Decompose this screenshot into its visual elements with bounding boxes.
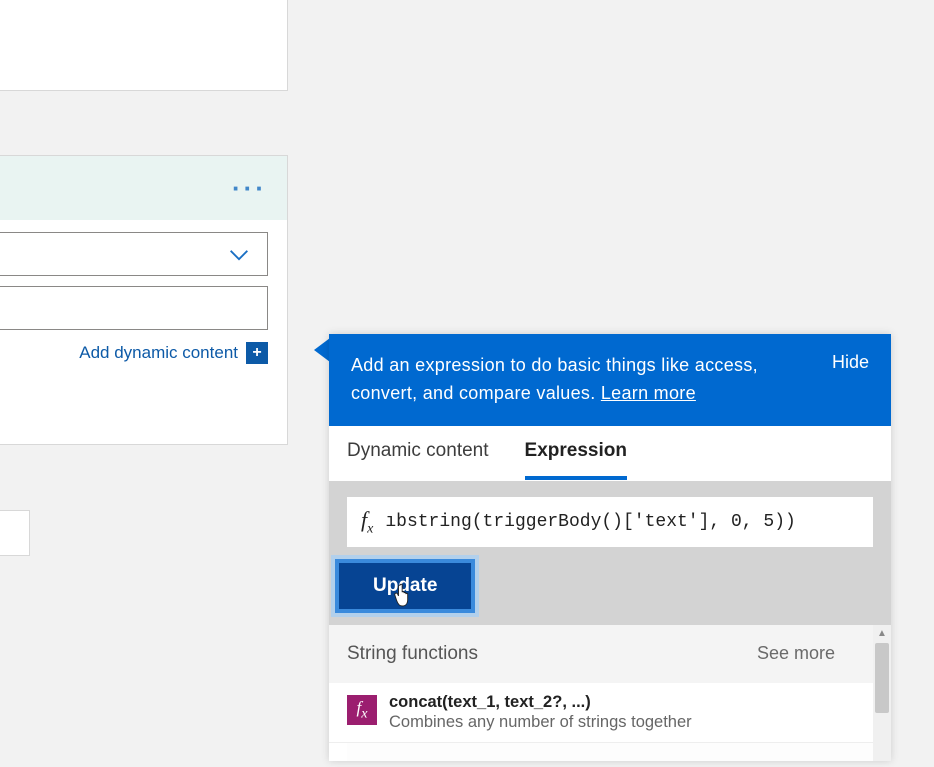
add-dynamic-content-link[interactable]: Add dynamic content [79, 343, 238, 363]
update-button[interactable]: Update [335, 559, 475, 613]
expression-header-text: Add an expression to do basic things lik… [351, 352, 812, 408]
chevron-down-icon [229, 248, 249, 260]
expression-text: ıbstring(triggerBody()['text'], 0, 5)) [385, 512, 795, 532]
more-options-icon[interactable]: ··· [232, 175, 267, 201]
add-dynamic-content-row: Add dynamic content + [0, 338, 268, 364]
dropdown-field[interactable] [0, 232, 268, 276]
action-card-body: Add dynamic content + [0, 220, 287, 364]
function-item-text: concat(text_1, text_2?, ...) Combines an… [389, 693, 692, 732]
functions-list: String functions See more fx concat(text… [329, 625, 891, 761]
plus-icon[interactable]: + [246, 342, 268, 364]
expression-header-message: Add an expression to do basic things lik… [351, 355, 758, 403]
scrollbar[interactable]: ▲ [873, 625, 891, 761]
function-group-header: String functions See more [329, 625, 891, 683]
action-card: ··· Add dynamic content + [0, 155, 288, 445]
learn-more-link[interactable]: Learn more [601, 383, 696, 403]
function-group-title: String functions [347, 643, 478, 665]
expression-button-row: Update [329, 547, 891, 625]
tab-expression[interactable]: Expression [525, 440, 627, 480]
expression-input[interactable]: fx ıbstring(triggerBody()['text'], 0, 5)… [347, 497, 873, 547]
trigger-card-top [0, 0, 288, 91]
action-card-header: ··· [0, 156, 287, 220]
partial-step-box [0, 510, 30, 556]
callout-pointer-icon [314, 338, 330, 362]
function-description: Combines any number of strings together [389, 713, 692, 732]
expression-panel: Add an expression to do basic things lik… [329, 334, 891, 761]
fx-icon: fx [361, 507, 373, 537]
hide-button[interactable]: Hide [832, 352, 869, 373]
tab-dynamic-content[interactable]: Dynamic content [347, 440, 489, 480]
fx-badge-icon: fx [347, 695, 377, 725]
next-function-stub [347, 743, 873, 761]
function-signature: concat(text_1, text_2?, ...) [389, 693, 692, 712]
expression-tabs: Dynamic content Expression [329, 426, 891, 481]
expression-panel-header: Add an expression to do basic things lik… [329, 334, 891, 426]
see-more-link[interactable]: See more [757, 643, 835, 664]
expression-input-area: fx ıbstring(triggerBody()['text'], 0, 5)… [329, 481, 891, 547]
update-button-label: Update [373, 575, 437, 596]
function-item-concat[interactable]: fx concat(text_1, text_2?, ...) Combines… [329, 683, 891, 743]
text-input-field[interactable] [0, 286, 268, 330]
scroll-thumb[interactable] [875, 643, 889, 713]
scroll-up-icon[interactable]: ▲ [873, 625, 891, 643]
